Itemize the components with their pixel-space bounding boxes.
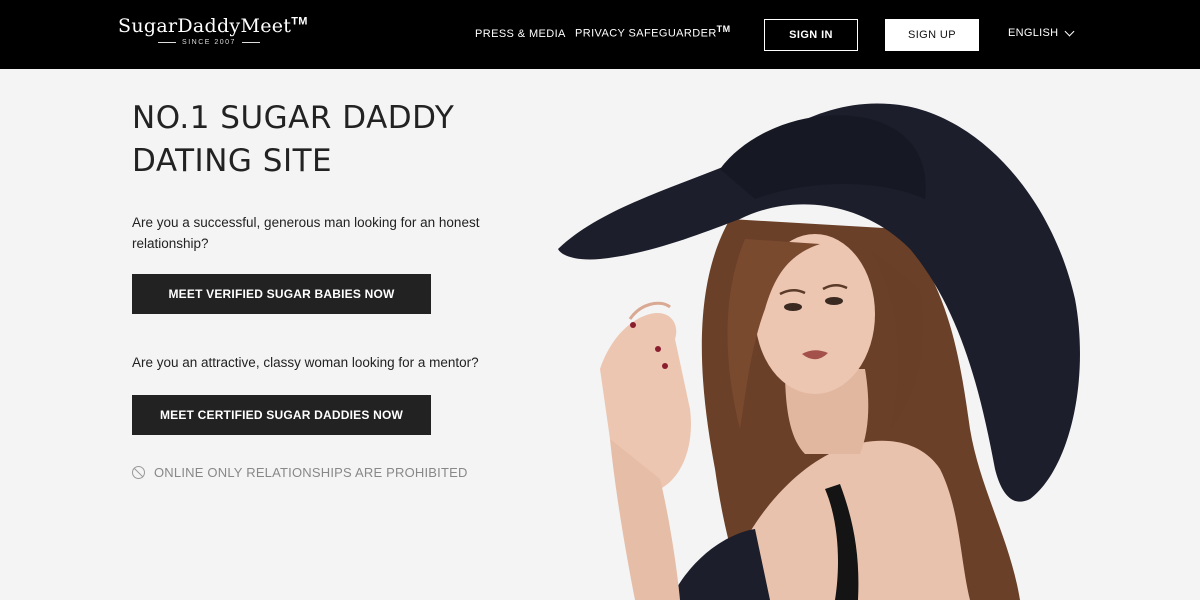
logo-tagline: SINCE 2007 [144, 39, 274, 46]
logo-tagline-text: SINCE 2007 [182, 39, 236, 46]
nav-link-privacy-safeguarder[interactable]: PRIVACY SAFEGUARDERTM [575, 24, 730, 40]
chevron-down-icon [1064, 26, 1075, 36]
tagline-rule-left [158, 42, 177, 43]
nav-link-privacy-trademark: TM [716, 24, 731, 34]
nail-2 [655, 346, 661, 352]
top-navigation-bar: SugarDaddyMeetTM SINCE 2007 PRESS & MEDI… [0, 0, 1200, 69]
sign-up-button[interactable]: SIGN UP [885, 19, 979, 51]
nav-link-press-media[interactable]: PRESS & MEDIA [475, 28, 566, 40]
sign-in-button[interactable]: SIGN IN [764, 19, 858, 51]
hero-title: NO.1 SUGAR DADDY DATING SITE [132, 97, 454, 183]
meet-sugar-daddies-button[interactable]: MEET CERTIFIED SUGAR DADDIES NOW [132, 395, 431, 435]
question-women: Are you an attractive, classy woman look… [132, 355, 479, 370]
nail-1 [630, 322, 636, 328]
prohibited-icon [132, 466, 145, 479]
prohibited-notice: ONLINE ONLY RELATIONSHIPS ARE PROHIBITED [132, 465, 468, 480]
nav-link-privacy-label: PRIVACY SAFEGUARDER [575, 27, 717, 40]
prohibited-notice-text: ONLINE ONLY RELATIONSHIPS ARE PROHIBITED [154, 465, 468, 480]
meet-sugar-babies-button[interactable]: MEET VERIFIED SUGAR BABIES NOW [132, 274, 431, 314]
eye-right [825, 297, 843, 305]
logo-text: SugarDaddyMeet [118, 15, 292, 37]
hero-photo [540, 69, 1100, 600]
hero-photo-illustration [558, 103, 1080, 600]
logo-wordmark: SugarDaddyMeetTM [118, 15, 308, 37]
hero-title-line-2: DATING SITE [132, 143, 333, 179]
eye-left [784, 303, 802, 311]
site-logo[interactable]: SugarDaddyMeetTM SINCE 2007 [118, 15, 308, 46]
logo-trademark: TM [291, 15, 308, 28]
dress-back [670, 529, 770, 600]
nail-3 [662, 363, 668, 369]
tagline-rule-right [241, 42, 260, 43]
question-men: Are you a successful, generous man looki… [132, 215, 480, 251]
language-selector[interactable]: ENGLISH [1008, 26, 1075, 39]
language-label: ENGLISH [1008, 27, 1059, 39]
hero-title-line-1: NO.1 SUGAR DADDY [132, 100, 455, 136]
